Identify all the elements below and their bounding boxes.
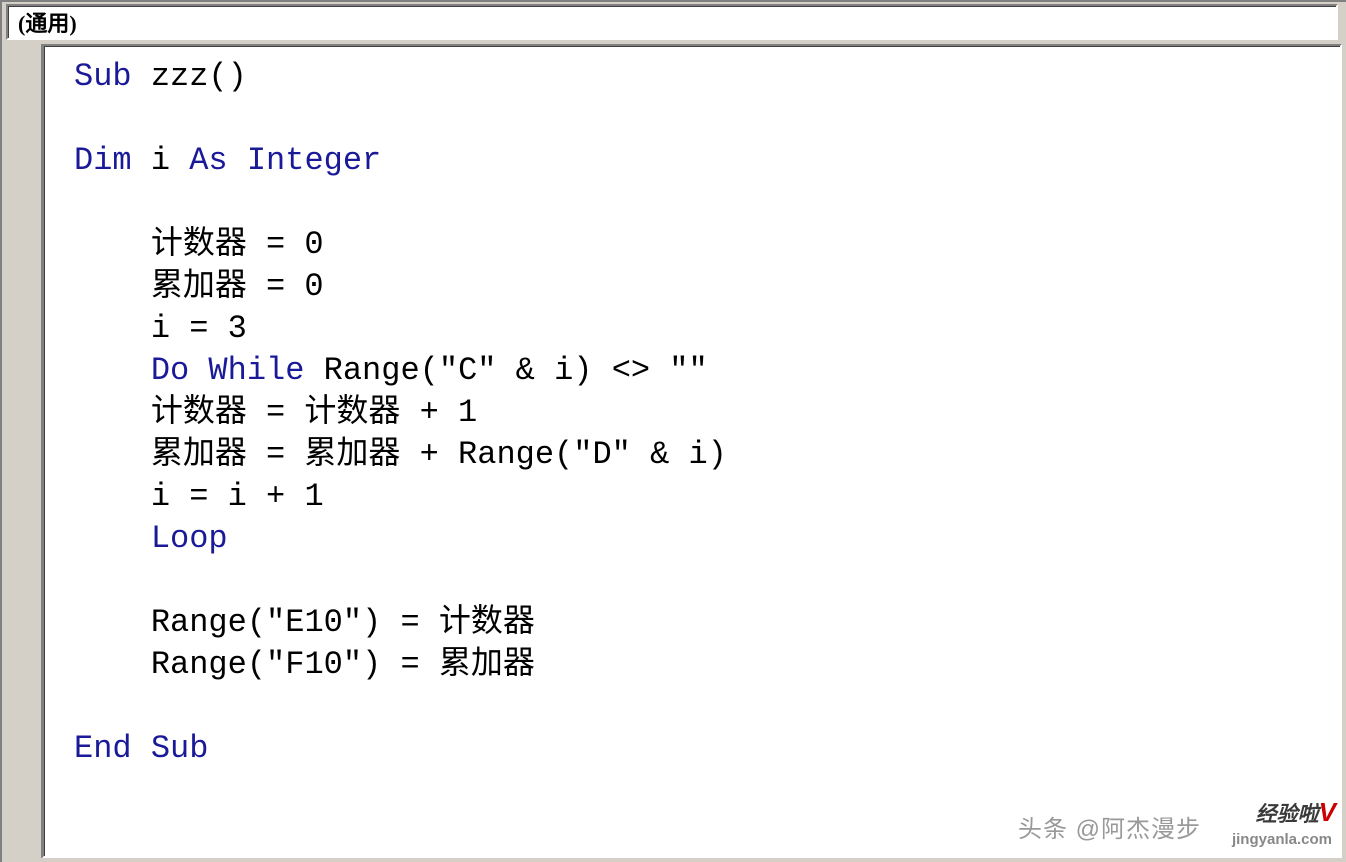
watermark-brand: 经验啦V	[1256, 797, 1336, 828]
code-text: i = i + 1	[74, 478, 324, 515]
keyword-as-integer: As Integer	[189, 142, 381, 179]
keyword-sub: Sub	[74, 58, 132, 95]
object-dropdown[interactable]: (通用)	[6, 4, 1338, 40]
keyword-do-while: Do While	[151, 352, 305, 389]
code-text: 计数器 = 计数器 + 1	[74, 394, 477, 431]
code-text	[74, 352, 151, 389]
code-margin	[2, 44, 42, 858]
code-text	[74, 520, 151, 557]
code-text: Range("E10") = 计数器	[74, 604, 535, 641]
keyword-end-sub: End Sub	[74, 730, 208, 767]
code-area-wrapper: Sub zzz() Dim i As Integer 计数器 = 0 累加器 =…	[2, 44, 1346, 862]
code-content[interactable]: Sub zzz() Dim i As Integer 计数器 = 0 累加器 =…	[74, 56, 1340, 770]
object-dropdown-value: (通用)	[18, 6, 77, 38]
code-text: i	[132, 142, 190, 179]
code-text: zzz()	[132, 58, 247, 95]
keyword-dim: Dim	[74, 142, 132, 179]
code-text: Range("F10") = 累加器	[74, 646, 535, 683]
code-text: 累加器 = 累加器 + Range("D" & i)	[74, 436, 727, 473]
code-text: 计数器 = 0	[74, 226, 324, 263]
watermark-url: jingyanla.com	[1232, 831, 1332, 848]
keyword-loop: Loop	[151, 520, 228, 557]
code-text: 累加器 = 0	[74, 268, 324, 305]
watermark-author: 头条 @阿杰漫步	[1018, 809, 1201, 844]
watermark-brand-v: V	[1319, 797, 1336, 827]
object-procedure-bar: (通用)	[2, 2, 1346, 44]
code-pane[interactable]: Sub zzz() Dim i As Integer 计数器 = 0 累加器 =…	[42, 44, 1342, 858]
code-text: i = 3	[74, 310, 247, 347]
code-text: Range("C" & i) <> ""	[304, 352, 707, 389]
watermark-brand-text: 经验啦	[1256, 803, 1319, 826]
vba-editor-frame: (通用) Sub zzz() Dim i As Integer 计数器 = 0 …	[0, 0, 1346, 862]
